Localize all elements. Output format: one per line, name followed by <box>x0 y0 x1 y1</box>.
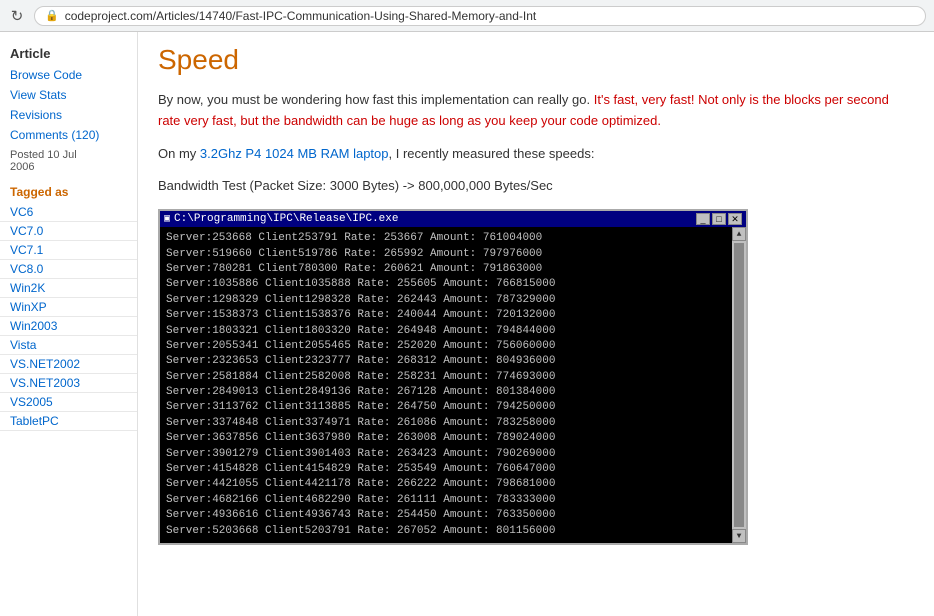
address-bar[interactable]: 🔒 codeproject.com/Articles/14740/Fast-IP… <box>34 6 926 26</box>
sidebar-tag-vc71[interactable]: VC7.1 <box>0 241 137 260</box>
sidebar-tag-tabletpc[interactable]: TabletPC <box>0 412 137 431</box>
console-title-buttons: _ □ ✕ <box>696 213 742 225</box>
console-scroll-thumb <box>734 243 744 527</box>
sidebar-link-comments[interactable]: Comments (120) <box>0 125 137 145</box>
sidebar-tag-vc6[interactable]: VC6 <box>0 203 137 222</box>
console-line: Server:3374848 Client3374971 Rate: 26108… <box>166 416 726 431</box>
sidebar-tag-winxp[interactable]: WinXP <box>0 298 137 317</box>
sidebar-section-title: Article <box>0 40 137 65</box>
console-line: Server:2849013 Client2849136 Rate: 26712… <box>166 385 726 400</box>
main-content: Speed By now, you must be wondering how … <box>138 32 934 616</box>
console-line: Server:4421055 Client4421178 Rate: 26622… <box>166 477 726 492</box>
sidebar-tag-vsnet2002[interactable]: VS.NET2002 <box>0 355 137 374</box>
console-line: Server:3901279 Client3901403 Rate: 26342… <box>166 447 726 462</box>
minimize-button[interactable]: _ <box>696 213 710 225</box>
console-line: Server:519660 Client519786 Rate: 265992 … <box>166 247 726 262</box>
lock-icon: 🔒 <box>45 9 59 22</box>
console-line: Server:1298329 Client1298328 Rate: 26244… <box>166 293 726 308</box>
console-title-left: ▣ C:\Programming\IPC\Release\IPC.exe <box>164 213 398 225</box>
console-window: ▣ C:\Programming\IPC\Release\IPC.exe _ □… <box>158 209 748 545</box>
console-line: Server:2581884 Client2582008 Rate: 25823… <box>166 370 726 385</box>
console-scroll-up[interactable]: ▲ <box>732 227 746 241</box>
console-line: Server:1035886 Client1035888 Rate: 25560… <box>166 277 726 292</box>
bandwidth-label: Bandwidth Test (Packet Size: 3000 Bytes)… <box>158 176 914 197</box>
sidebar-tag-vs2005[interactable]: VS2005 <box>0 393 137 412</box>
console-line: Server:1538373 Client1538376 Rate: 24004… <box>166 308 726 323</box>
sidebar-tag-win2003[interactable]: Win2003 <box>0 317 137 336</box>
page-layout: Article Browse Code View Stats Revisions… <box>0 32 934 616</box>
sidebar-tag-vc70[interactable]: VC7.0 <box>0 222 137 241</box>
sidebar-link-view-stats[interactable]: View Stats <box>0 85 137 105</box>
console-title-bar: ▣ C:\Programming\IPC\Release\IPC.exe _ □… <box>160 211 746 227</box>
console-line: Server:2323653 Client2323777 Rate: 26831… <box>166 354 726 369</box>
sidebar-link-revisions[interactable]: Revisions <box>0 105 137 125</box>
sidebar-tag-vsnet2003[interactable]: VS.NET2003 <box>0 374 137 393</box>
article-heading: Speed <box>158 44 914 76</box>
console-title-text: C:\Programming\IPC\Release\IPC.exe <box>174 213 398 225</box>
article-paragraph2: On my 3.2Ghz P4 1024 MB RAM laptop, I re… <box>158 144 914 165</box>
sidebar-tag-win2k[interactable]: Win2K <box>0 279 137 298</box>
sidebar-tag-vista[interactable]: Vista <box>0 336 137 355</box>
console-line: Server:253668 Client253791 Rate: 253667 … <box>166 231 726 246</box>
article-body: By now, you must be wondering how fast t… <box>158 90 914 197</box>
restore-button[interactable]: □ <box>712 213 726 225</box>
sidebar-tagged-label: Tagged as <box>0 177 137 203</box>
console-scroll-down[interactable]: ▼ <box>732 529 746 543</box>
console-body: Server:253668 Client253791 Rate: 253667 … <box>160 227 732 543</box>
sidebar-link-browse-code[interactable]: Browse Code <box>0 65 137 85</box>
article-paragraph1: By now, you must be wondering how fast t… <box>158 90 914 132</box>
console-line: Server:4154828 Client4154829 Rate: 25354… <box>166 462 726 477</box>
tags-container: VC6VC7.0VC7.1VC8.0Win2KWinXPWin2003Vista… <box>0 203 137 431</box>
console-line: Server:2055341 Client2055465 Rate: 25202… <box>166 339 726 354</box>
sidebar: Article Browse Code View Stats Revisions… <box>0 32 138 616</box>
laptop-link[interactable]: 3.2Ghz P4 1024 MB RAM laptop <box>200 146 389 161</box>
console-line: Server:3113762 Client3113885 Rate: 26475… <box>166 400 726 415</box>
sidebar-tag-vc80[interactable]: VC8.0 <box>0 260 137 279</box>
url-text: codeproject.com/Articles/14740/Fast-IPC-… <box>65 9 537 23</box>
highlight-text: It's fast, very fast! Not only is the bl… <box>158 92 889 128</box>
console-app-icon: ▣ <box>164 213 170 225</box>
console-line: Server:4936616 Client4936743 Rate: 25445… <box>166 508 726 523</box>
console-scrollbar: ▲ ▼ <box>732 227 746 543</box>
sidebar-posted: Posted 10 Jul2006 <box>0 145 137 177</box>
console-line: Server:3637856 Client3637980 Rate: 26300… <box>166 431 726 446</box>
console-line: Server:780281 Client780300 Rate: 260621 … <box>166 262 726 277</box>
refresh-icon: ↻ <box>11 7 24 25</box>
close-button[interactable]: ✕ <box>728 213 742 225</box>
console-line: Server:1803321 Client1803320 Rate: 26494… <box>166 324 726 339</box>
console-body-wrapper: Server:253668 Client253791 Rate: 253667 … <box>160 227 746 543</box>
refresh-button[interactable]: ↻ <box>8 7 26 25</box>
console-line: Server:5203668 Client5203791 Rate: 26705… <box>166 524 726 539</box>
browser-bar: ↻ 🔒 codeproject.com/Articles/14740/Fast-… <box>0 0 934 32</box>
console-line: Server:4682166 Client4682290 Rate: 26111… <box>166 493 726 508</box>
